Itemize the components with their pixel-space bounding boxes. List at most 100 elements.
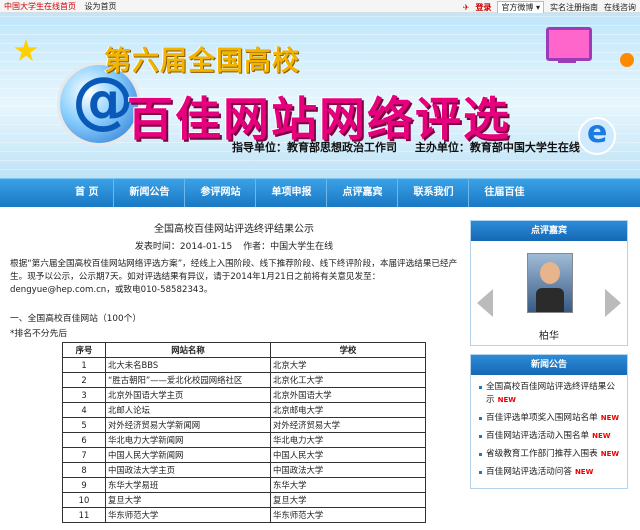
nav-single-award[interactable]: 单项申报: [256, 179, 328, 207]
main-nav: 首 页 新闻公告 参评网站 单项申报 点评嘉宾 联系我们 往届百佳: [0, 178, 640, 207]
login-icon: ✈: [462, 3, 470, 12]
realname-link[interactable]: 实名注册指南: [550, 2, 598, 13]
row-site: “胜古朝阳”——爱北化校园网络社区: [105, 372, 271, 388]
table-row: 11 华东师范大学 华东师范大学: [62, 507, 426, 523]
host-unit: 主办单位：教育部中国大学生在线: [414, 141, 580, 154]
table-header-row: 序号 网站名称 学校: [62, 342, 426, 358]
results-table: 序号 网站名称 学校 1 北大未名BBS 北京大学 2 “胜古朝阳”——爱北化校园网络…: [62, 342, 426, 523]
nav-home[interactable]: 首 页: [60, 179, 115, 207]
table-row: 7 中国人民大学新闻网 中国人民大学: [62, 447, 426, 463]
row-index: 4: [62, 402, 106, 418]
row-school: 对外经济贸易大学: [270, 417, 426, 433]
row-index: 7: [62, 447, 106, 463]
arrow-right-icon[interactable]: [605, 289, 621, 317]
news-item[interactable]: 省级教育工作部门推荐入围表 NEW: [479, 448, 621, 461]
row-school: 华东师范大学: [270, 507, 426, 523]
article-title: 全国高校百佳网站评选终评结果公示: [154, 224, 314, 235]
judges-carousel: 柏华: [471, 241, 627, 345]
new-badge: NEW: [574, 468, 594, 476]
news-item[interactable]: 百佳网站评选活动入围名单 NEW: [479, 430, 621, 443]
row-school: 中国政法大学: [270, 462, 426, 478]
table-row: 5 对外经济贸易大学新闻网 对外经济贸易大学: [62, 417, 426, 433]
news-item-title[interactable]: 省级教育工作部门推荐入围表: [486, 449, 598, 459]
site-home-link[interactable]: 中国大学生在线首页: [4, 2, 76, 11]
browser-e-icon: [578, 115, 616, 155]
table-row: 4 北邮人论坛 北京邮电大学: [62, 402, 426, 418]
new-badge: NEW: [592, 432, 611, 440]
set-home-link[interactable]: 设为首页: [85, 2, 117, 11]
row-index: 6: [62, 432, 106, 448]
row-index: 10: [62, 492, 106, 508]
news-item[interactable]: 全国高校百佳网站评选终评结果公示 NEW: [479, 381, 621, 407]
table-row: 1 北大未名BBS 北京大学: [62, 357, 426, 373]
news-item[interactable]: 百佳评选单项奖入围网站名单 NEW: [479, 412, 621, 425]
row-school: 北京邮电大学: [270, 402, 426, 418]
row-index: 3: [62, 387, 106, 403]
table-row: 6 华北电力大学新闻网 华北电力大学: [62, 432, 426, 448]
new-badge: NEW: [497, 396, 516, 404]
judge-name[interactable]: 柏华: [471, 327, 627, 342]
banner-units: 指导单位：教育部思想政治工作司 主办单位：教育部中国大学生在线: [232, 139, 594, 155]
new-badge: NEW: [600, 414, 620, 422]
row-site: 复旦大学: [105, 492, 271, 508]
row-school: 东华大学: [270, 477, 426, 493]
row-index: 2: [62, 372, 106, 388]
guide-unit: 指导单位：教育部思想政治工作司: [232, 141, 397, 154]
judges-panel-title: 点评嘉宾: [471, 221, 627, 241]
article: 全国高校百佳网站评选终评结果公示 发表时间：2014-01-15 作者：中国大学…: [10, 218, 458, 530]
row-index: 5: [62, 417, 106, 433]
row-index: 11: [62, 507, 106, 523]
row-index: 8: [62, 462, 106, 478]
row-index: 9: [62, 477, 106, 493]
row-site: 华北电力大学新闻网: [105, 432, 271, 448]
new-badge: NEW: [600, 450, 620, 458]
news-item-title[interactable]: 百佳网站评选活动问答: [486, 467, 572, 477]
nav-news[interactable]: 新闻公告: [114, 179, 186, 207]
sidebar: 点评嘉宾 柏华 新闻公告 全国高校百佳网站评选终评结果公示 NEW 百佳评选单项奖…: [470, 220, 628, 489]
col-site: 网站名称: [105, 342, 271, 358]
row-site: 北京外国语大学主页: [105, 387, 271, 403]
news-list: 全国高校百佳网站评选终评结果公示 NEW 百佳评选单项奖入围网站名单 NEW 百佳网…: [471, 375, 627, 488]
news-item-title[interactable]: 百佳网站评选活动入围名单: [486, 431, 589, 441]
nav-sites[interactable]: 参评网站: [185, 179, 257, 207]
judge-photo[interactable]: [527, 253, 573, 313]
table-row: 10 复旦大学 复旦大学: [62, 492, 426, 508]
news-panel-title: 新闻公告: [471, 355, 627, 375]
news-item[interactable]: 百佳网站评选活动问答 NEW: [479, 466, 621, 479]
row-site: 中国人民大学新闻网: [105, 447, 271, 463]
row-index: 1: [62, 357, 106, 373]
row-school: 复旦大学: [270, 492, 426, 508]
news-item-title[interactable]: 百佳评选单项奖入围网站名单: [486, 413, 598, 423]
table-row: 2 “胜古朝阳”——爱北化校园网络社区 北京化工大学: [62, 372, 426, 388]
judges-panel: 点评嘉宾 柏华: [470, 220, 628, 346]
banner: 第六届全国高校 百佳网站网络评选 指导单位：教育部思想政治工作司 主办单位：教育…: [0, 13, 640, 178]
login-link[interactable]: 登录: [475, 2, 491, 13]
news-panel: 新闻公告 全国高校百佳网站评选终评结果公示 NEW 百佳评选单项奖入围网站名单 NE…: [470, 354, 628, 489]
publish-time: 发表时间：2014-01-15: [134, 242, 233, 252]
row-school: 北京外国语大学: [270, 387, 426, 403]
chevron-down-icon: ▾: [535, 3, 540, 12]
online-help-link[interactable]: 在线咨询: [604, 2, 636, 13]
table-row: 8 中国政法大学主页 中国政法大学: [62, 462, 426, 478]
row-site: 东华大学易班: [105, 477, 271, 493]
row-site: 中国政法大学主页: [105, 462, 271, 478]
weibo-select-label: 官方微博: [501, 3, 534, 12]
nav-past[interactable]: 往届百佳: [469, 179, 539, 207]
row-site: 对外经济贸易大学新闻网: [105, 417, 271, 433]
article-paragraph: 根据“第六届全国高校百佳网站网络评选方案”，经线上入围阶段、线下推荐阶段、线下终…: [10, 259, 458, 295]
row-site: 北大未名BBS: [105, 357, 271, 373]
arrow-left-icon[interactable]: [477, 289, 493, 317]
row-school: 华北电力大学: [270, 432, 426, 448]
table-row: 9 东华大学易班 东华大学: [62, 477, 426, 493]
computer-icon: [538, 21, 608, 76]
col-index: 序号: [62, 342, 106, 358]
row-site: 北邮人论坛: [105, 402, 271, 418]
banner-subtitle: 第六届全国高校: [104, 46, 300, 77]
nav-judges[interactable]: 点评嘉宾: [327, 179, 399, 207]
decor-dot: [620, 53, 634, 67]
row-school: 北京大学: [270, 357, 426, 373]
row-school: 中国人民大学: [270, 447, 426, 463]
table-row: 3 北京外国语大学主页 北京外国语大学: [62, 387, 426, 403]
nav-contact[interactable]: 联系我们: [398, 179, 470, 207]
ranking-note: *排名不分先后: [10, 329, 68, 339]
